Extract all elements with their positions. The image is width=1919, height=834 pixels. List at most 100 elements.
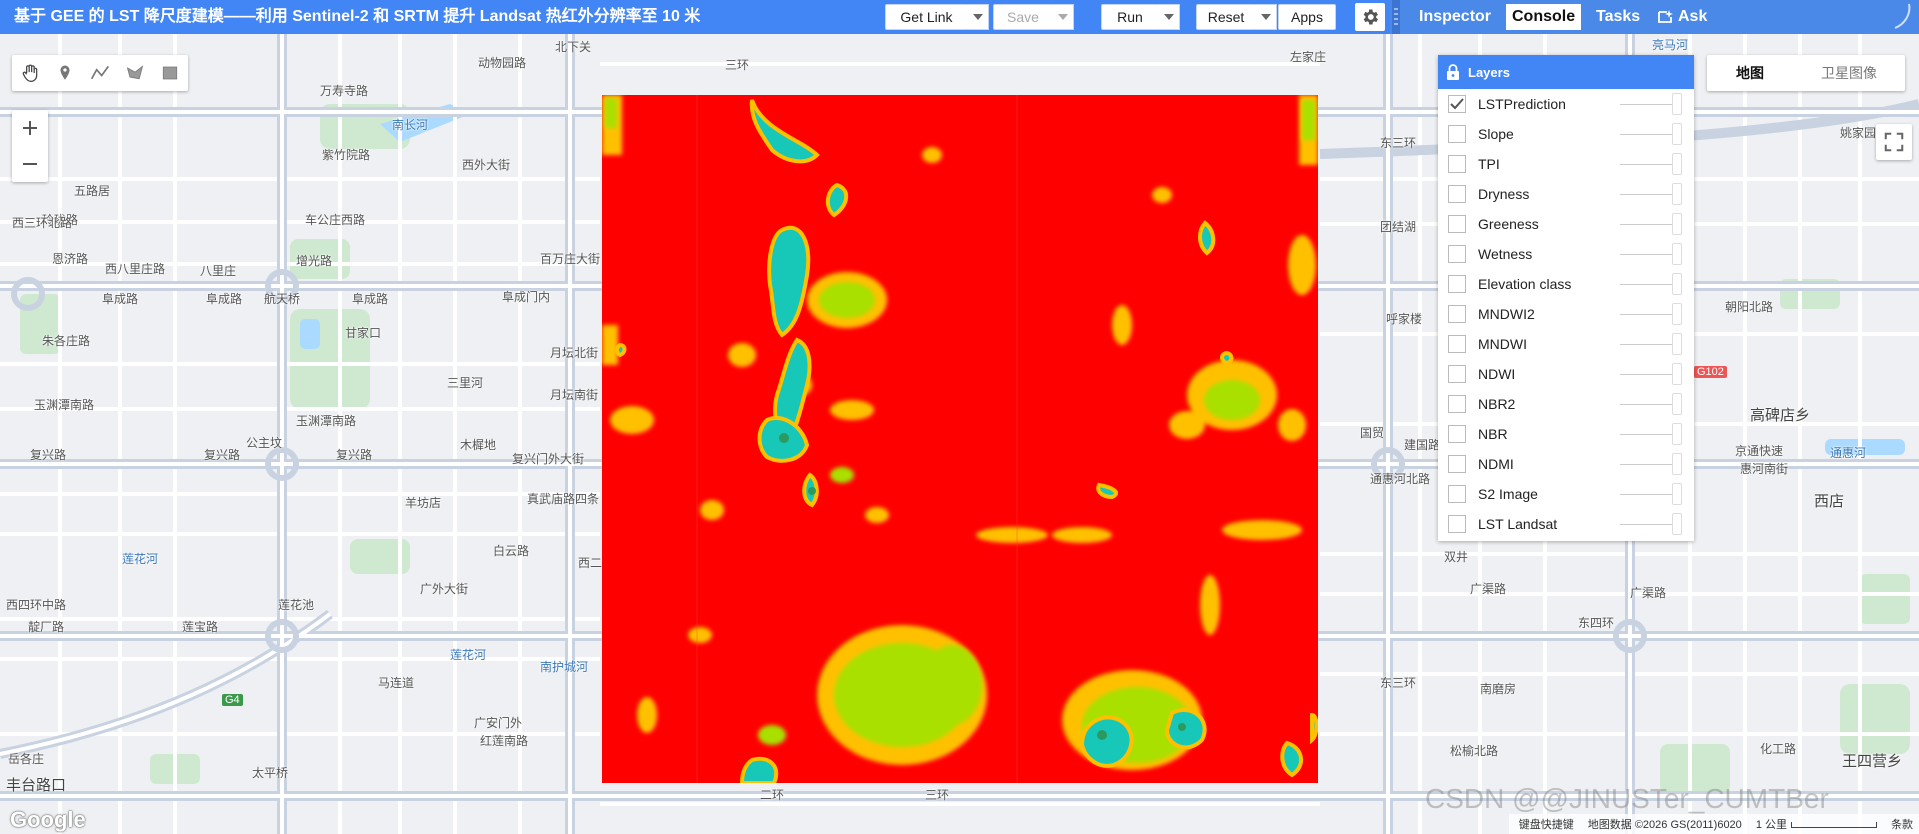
polygon-tool-button[interactable] bbox=[117, 55, 152, 91]
map-data-attribution[interactable]: 地图数据 ©2026 GS(2011)6020 bbox=[1588, 816, 1742, 832]
tab-tasks[interactable]: Tasks bbox=[1590, 4, 1646, 30]
pan-tool-button[interactable] bbox=[12, 55, 47, 91]
layer-opacity-handle[interactable] bbox=[1672, 453, 1682, 475]
map-type-satellite-button[interactable]: 卫星图像 bbox=[1793, 55, 1905, 91]
map-label: 东三环 bbox=[1380, 676, 1417, 690]
layer-opacity-slider[interactable] bbox=[1620, 224, 1676, 225]
point-tool-button[interactable] bbox=[47, 55, 82, 91]
layer-opacity-handle[interactable] bbox=[1672, 153, 1682, 175]
panel-collapse-handle[interactable] bbox=[1885, 0, 1919, 34]
layer-checkbox[interactable] bbox=[1448, 215, 1466, 233]
layer-checkbox[interactable] bbox=[1448, 395, 1466, 413]
zoom-out-button[interactable] bbox=[12, 146, 48, 182]
map-label: 松榆北路 bbox=[1450, 744, 1499, 758]
layer-row[interactable]: NBR2 bbox=[1438, 389, 1694, 419]
layer-row[interactable]: LST Landsat bbox=[1438, 509, 1694, 539]
layer-opacity-slider[interactable] bbox=[1620, 344, 1676, 345]
keyboard-shortcuts-link[interactable]: 键盘快捷键 bbox=[1519, 816, 1574, 832]
map-label: 广安门外 bbox=[474, 716, 523, 730]
map-type-map-button[interactable]: 地图 bbox=[1707, 55, 1793, 91]
layer-checkbox[interactable] bbox=[1448, 515, 1466, 533]
layer-opacity-slider[interactable] bbox=[1620, 254, 1676, 255]
run-dropdown[interactable] bbox=[1158, 4, 1180, 30]
layer-checkbox[interactable] bbox=[1448, 275, 1466, 293]
chevron-down-icon bbox=[1260, 14, 1271, 20]
layer-row[interactable]: S2 Image bbox=[1438, 479, 1694, 509]
layer-opacity-handle[interactable] bbox=[1672, 513, 1682, 535]
layer-row[interactable]: TPI bbox=[1438, 149, 1694, 179]
layer-row[interactable]: MNDWI bbox=[1438, 329, 1694, 359]
layer-opacity-handle[interactable] bbox=[1672, 303, 1682, 325]
layer-opacity-slider[interactable] bbox=[1620, 314, 1676, 315]
reset-button[interactable]: Reset bbox=[1196, 4, 1256, 30]
layer-opacity-handle[interactable] bbox=[1672, 183, 1682, 205]
layer-row[interactable]: NDMI bbox=[1438, 449, 1694, 479]
layer-opacity-handle[interactable] bbox=[1672, 123, 1682, 145]
layer-row[interactable]: NDWI bbox=[1438, 359, 1694, 389]
zoom-in-button[interactable] bbox=[12, 110, 48, 146]
layer-checkbox[interactable] bbox=[1448, 125, 1466, 143]
layer-opacity-slider[interactable] bbox=[1620, 284, 1676, 285]
layer-row[interactable]: Dryness bbox=[1438, 179, 1694, 209]
layer-opacity-handle[interactable] bbox=[1672, 333, 1682, 355]
rectangle-tool-button[interactable] bbox=[152, 55, 187, 91]
layer-opacity-slider[interactable] bbox=[1620, 494, 1676, 495]
layer-row[interactable]: LSTPrediction bbox=[1438, 89, 1694, 119]
layer-checkbox[interactable] bbox=[1448, 95, 1466, 113]
layer-row[interactable]: MNDWI2 bbox=[1438, 299, 1694, 329]
layer-checkbox[interactable] bbox=[1448, 245, 1466, 263]
map-canvas[interactable]: 北下关 动物园路 左家庄 万寿寺路 南长河 紫竹院路 西外大街 五路居 玲珑路 … bbox=[0, 34, 1919, 834]
layer-opacity-slider[interactable] bbox=[1620, 104, 1676, 105]
layer-opacity-handle[interactable] bbox=[1672, 213, 1682, 235]
tab-inspector[interactable]: Inspector bbox=[1413, 4, 1497, 30]
apps-button[interactable]: Apps bbox=[1278, 4, 1336, 30]
layer-opacity-handle[interactable] bbox=[1672, 423, 1682, 445]
layer-opacity-handle[interactable] bbox=[1672, 393, 1682, 415]
layer-row[interactable]: Slope bbox=[1438, 119, 1694, 149]
layer-opacity-slider[interactable] bbox=[1620, 374, 1676, 375]
layer-opacity-slider[interactable] bbox=[1620, 194, 1676, 195]
terms-link[interactable]: 条款 bbox=[1891, 816, 1913, 832]
layer-opacity-slider[interactable] bbox=[1620, 464, 1676, 465]
get-link-button[interactable]: Get Link bbox=[885, 4, 968, 30]
layers-header[interactable]: Layers bbox=[1438, 55, 1694, 89]
layer-row[interactable]: NBR bbox=[1438, 419, 1694, 449]
layer-opacity-slider[interactable] bbox=[1620, 434, 1676, 435]
get-link-dropdown[interactable] bbox=[967, 4, 989, 30]
layer-checkbox[interactable] bbox=[1448, 485, 1466, 503]
layer-opacity-handle[interactable] bbox=[1672, 483, 1682, 505]
layer-row[interactable]: Greeness bbox=[1438, 209, 1694, 239]
layer-checkbox[interactable] bbox=[1448, 155, 1466, 173]
layer-checkbox[interactable] bbox=[1448, 335, 1466, 353]
scale-indicator[interactable]: 1 公里 bbox=[1756, 816, 1877, 832]
layer-opacity-handle[interactable] bbox=[1672, 363, 1682, 385]
panel-splitter[interactable] bbox=[1392, 0, 1400, 34]
layer-opacity-handle[interactable] bbox=[1672, 93, 1682, 115]
layer-opacity-slider[interactable] bbox=[1620, 524, 1676, 525]
layer-checkbox[interactable] bbox=[1448, 305, 1466, 323]
map-label: 团结湖 bbox=[1380, 220, 1417, 234]
save-dropdown[interactable] bbox=[1052, 4, 1074, 30]
reset-dropdown[interactable] bbox=[1255, 4, 1277, 30]
save-button[interactable]: Save bbox=[993, 4, 1053, 30]
tab-ask[interactable]: Ask bbox=[1651, 4, 1713, 30]
layer-checkbox[interactable] bbox=[1448, 185, 1466, 203]
layer-opacity-handle[interactable] bbox=[1672, 243, 1682, 265]
line-tool-button[interactable] bbox=[82, 55, 117, 91]
map-label: 惠河南街 bbox=[1740, 462, 1789, 476]
tab-console[interactable]: Console bbox=[1506, 4, 1582, 30]
layer-opacity-slider[interactable] bbox=[1620, 134, 1676, 135]
layer-opacity-slider[interactable] bbox=[1620, 404, 1676, 405]
layer-name: LSTPrediction bbox=[1478, 96, 1566, 112]
layer-checkbox[interactable] bbox=[1448, 425, 1466, 443]
layer-row[interactable]: Elevation class bbox=[1438, 269, 1694, 299]
layer-row[interactable]: Wetness bbox=[1438, 239, 1694, 269]
map-label: 莲宝路 bbox=[182, 620, 219, 634]
run-button[interactable]: Run bbox=[1101, 4, 1159, 30]
layer-opacity-handle[interactable] bbox=[1672, 273, 1682, 295]
fullscreen-button[interactable] bbox=[1876, 124, 1912, 160]
layer-checkbox[interactable] bbox=[1448, 455, 1466, 473]
settings-button[interactable] bbox=[1355, 3, 1385, 31]
layer-opacity-slider[interactable] bbox=[1620, 164, 1676, 165]
layer-checkbox[interactable] bbox=[1448, 365, 1466, 383]
